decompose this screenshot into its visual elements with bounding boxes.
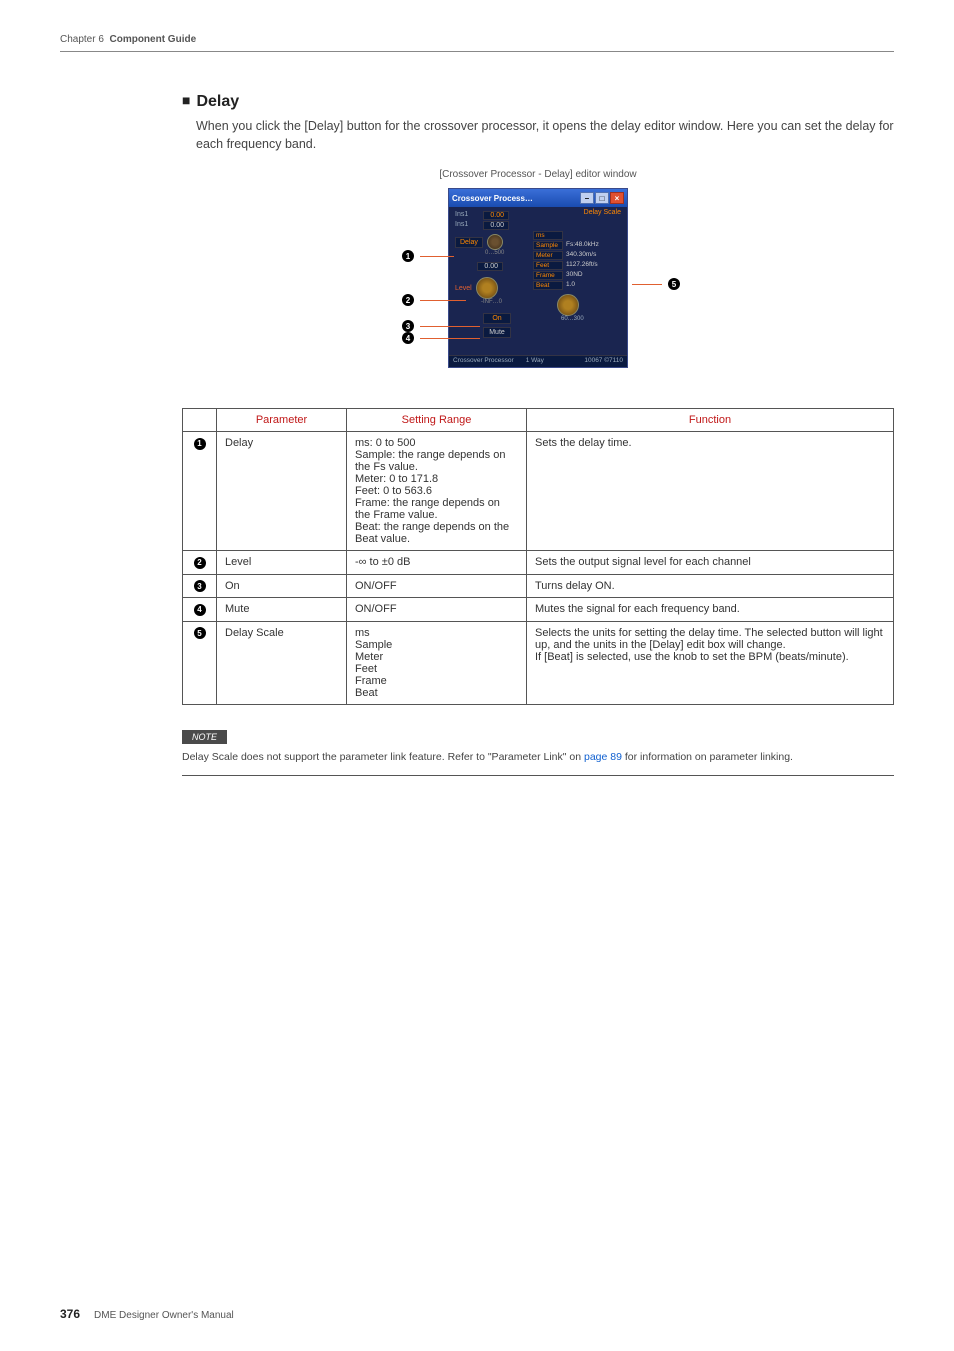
note-block: NOTE Delay Scale does not support the pa… — [182, 727, 894, 776]
delay-knob[interactable] — [487, 234, 503, 250]
row-range: ON/OFF — [347, 598, 527, 622]
row-func: Sets the output signal level for each ch… — [527, 551, 894, 575]
callout-lead — [420, 300, 466, 301]
row-num: 1 — [194, 438, 206, 450]
chapter-title: Component Guide — [109, 34, 196, 45]
close-icon[interactable]: × — [610, 192, 624, 204]
note-text-before: Delay Scale does not support the paramet… — [182, 751, 584, 763]
row-param: On — [217, 574, 347, 598]
ins1b-label: Ins1 — [455, 221, 477, 230]
level-label: Level — [455, 285, 472, 292]
callout-1: 1 — [402, 250, 454, 262]
row-num: 3 — [194, 580, 206, 592]
page-header: Chapter 6 Component Guide — [60, 34, 894, 52]
scale-sample-button[interactable]: Sample — [533, 241, 563, 250]
row-range: ms: 0 to 500 Sample: the range depends o… — [347, 432, 527, 551]
callout-num-2: 2 — [402, 294, 414, 306]
scale-ms-button[interactable]: ms — [533, 231, 563, 240]
ins1b-value: 0.00 — [483, 221, 509, 230]
figure-caption: [Crossover Processor - Delay] editor win… — [182, 169, 894, 180]
callout-num-4: 4 — [402, 332, 414, 344]
section-title: ■ Delay — [182, 92, 894, 111]
row-num: 4 — [194, 604, 206, 616]
status-left: Crossover Processor — [453, 357, 514, 366]
table-row: 2 Level -∞ to ±0 dB Sets the output sign… — [183, 551, 894, 575]
row-func: Selects the units for setting the delay … — [527, 621, 894, 704]
chapter-label: Chapter 6 — [60, 34, 104, 45]
doc-title: DME Designer Owner's Manual — [94, 1310, 234, 1321]
row-range: -∞ to ±0 dB — [347, 551, 527, 575]
level-knob[interactable] — [476, 277, 498, 299]
window-title: Crossover Process… — [452, 194, 533, 203]
th-parameter: Parameter — [217, 409, 347, 432]
on-button[interactable]: On — [483, 313, 511, 324]
maximize-icon[interactable]: □ — [595, 192, 609, 204]
note-badge: NOTE — [182, 730, 227, 744]
ins1-label: Ins1 — [455, 211, 477, 220]
delay-label: Delay — [455, 237, 483, 248]
window-titlebar: Crossover Process… – □ × — [449, 189, 627, 207]
row-param: Delay Scale — [217, 621, 347, 704]
section-description: When you click the [Delay] button for th… — [196, 117, 894, 153]
mute-button[interactable]: Mute — [483, 327, 511, 338]
window-statusbar: Crossover Processor 1 Way 10067 ©7110 — [449, 355, 627, 367]
scale-frame-value: 30ND — [566, 271, 583, 280]
minimize-icon[interactable]: – — [580, 192, 594, 204]
figure: Crossover Process… – □ × Ins1 0.00 Ins1 … — [182, 188, 894, 378]
page-footer: 376 DME Designer Owner's Manual — [60, 1307, 894, 1321]
status-right: 10067 ©7110 — [584, 357, 623, 366]
row-param: Level — [217, 551, 347, 575]
callout-lead — [632, 284, 662, 285]
scale-frame-button[interactable]: Frame — [533, 271, 563, 280]
note-text-after: for information on parameter linking. — [622, 751, 793, 763]
row-range: ms Sample Meter Feet Frame Beat — [347, 621, 527, 704]
row-param: Delay — [217, 432, 347, 551]
scale-meter-button[interactable]: Meter — [533, 251, 563, 260]
callout-5: 5 — [632, 278, 680, 290]
scale-sample-value: Fs:48.0kHz — [566, 241, 599, 250]
ins1-value: 0.00 — [483, 211, 509, 220]
row-func: Turns delay ON. — [527, 574, 894, 598]
delay-scale-title: Delay Scale — [584, 209, 621, 216]
level-value: 0.00 — [477, 262, 503, 271]
row-num: 5 — [194, 627, 206, 639]
scale-beat-button[interactable]: Beat — [533, 281, 563, 290]
page-link[interactable]: page 89 — [584, 751, 622, 763]
section-title-text: Delay — [196, 93, 239, 110]
bullet-icon: ■ — [182, 92, 190, 108]
th-function: Function — [527, 409, 894, 432]
note-text: Delay Scale does not support the paramet… — [182, 750, 894, 765]
row-func: Mutes the signal for each frequency band… — [527, 598, 894, 622]
scale-feet-value: 1127.26ft/s — [566, 261, 598, 270]
callout-num-3: 3 — [402, 320, 414, 332]
callout-num-5: 5 — [668, 278, 680, 290]
row-func: Sets the delay time. — [527, 432, 894, 551]
callout-lead — [420, 256, 454, 257]
row-param: Mute — [217, 598, 347, 622]
status-mid: 1 Way — [526, 357, 544, 366]
bpm-range: 60…300 — [561, 316, 621, 322]
scale-feet-button[interactable]: Feet — [533, 261, 563, 270]
scale-meter-value: 340.30m/s — [566, 251, 596, 260]
bpm-knob[interactable] — [557, 294, 579, 316]
callout-lead — [420, 326, 480, 327]
parameter-table: Parameter Setting Range Function 1 Delay… — [182, 408, 894, 705]
table-row: 4 Mute ON/OFF Mutes the signal for each … — [183, 598, 894, 622]
table-row: 1 Delay ms: 0 to 500 Sample: the range d… — [183, 432, 894, 551]
table-row: 3 On ON/OFF Turns delay ON. — [183, 574, 894, 598]
callout-3: 3 — [402, 320, 480, 332]
th-range: Setting Range — [347, 409, 527, 432]
callout-4: 4 — [402, 332, 480, 344]
row-num: 2 — [194, 557, 206, 569]
scale-beat-value: 1.0 — [566, 281, 575, 290]
th-num — [183, 409, 217, 432]
callout-lead — [420, 338, 480, 339]
callout-num-1: 1 — [402, 250, 414, 262]
page-number: 376 — [60, 1307, 80, 1321]
table-row: 5 Delay Scale ms Sample Meter Feet Frame… — [183, 621, 894, 704]
callout-2: 2 — [402, 294, 466, 306]
row-range: ON/OFF — [347, 574, 527, 598]
